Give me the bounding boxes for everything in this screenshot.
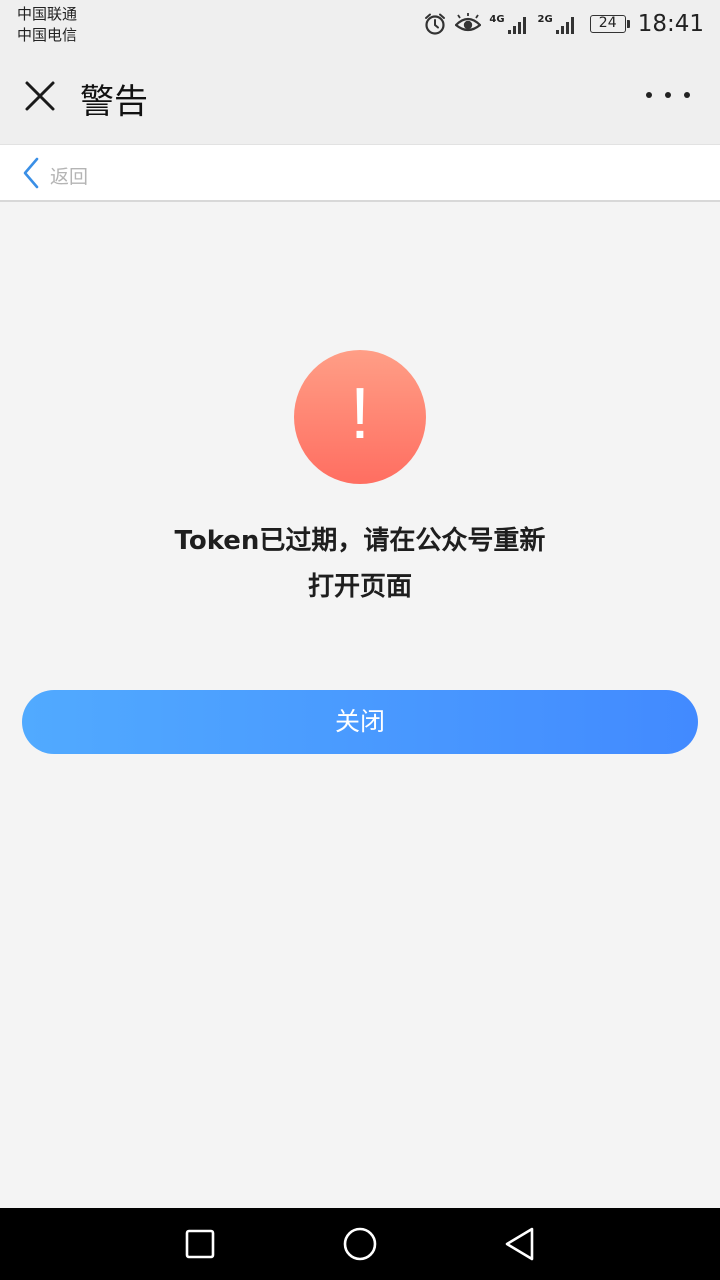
nav-header: 警告 bbox=[0, 48, 720, 144]
home-icon[interactable] bbox=[342, 1226, 378, 1262]
warning-symbol: ! bbox=[349, 374, 370, 454]
signal-icon: 2G bbox=[538, 13, 578, 35]
alert-message: Token已过期，请在公众号重新 打开页面 bbox=[60, 518, 660, 610]
back-link[interactable]: 返回 bbox=[22, 157, 88, 193]
carrier-2: 中国电信 bbox=[17, 26, 78, 44]
alarm-icon bbox=[423, 12, 447, 36]
network-type-1: 4G bbox=[489, 14, 505, 25]
battery-icon: 24 bbox=[589, 15, 630, 33]
carrier-info: 中国联通 中国电信 bbox=[17, 4, 77, 46]
status-bar: 中国联通 中国电信 4G 2G 24 18:41 bbox=[0, 0, 720, 48]
dot bbox=[684, 92, 690, 98]
recent-apps-icon[interactable] bbox=[182, 1226, 218, 1262]
back-triangle-icon[interactable] bbox=[502, 1226, 538, 1262]
back-label: 返回 bbox=[50, 165, 89, 188]
more-dots-icon[interactable] bbox=[646, 92, 690, 102]
page-title: 警告 bbox=[80, 82, 148, 122]
dot bbox=[665, 92, 671, 98]
close-icon[interactable] bbox=[20, 76, 60, 116]
warning-icon: ! bbox=[294, 350, 426, 484]
network-type-2: 2G bbox=[537, 14, 553, 25]
status-icons: 4G 2G 24 18:41 bbox=[423, 10, 704, 38]
system-nav-bar bbox=[0, 1208, 720, 1280]
eye-icon bbox=[455, 13, 482, 35]
carrier-1: 中国联通 bbox=[17, 5, 78, 23]
clock: 18:41 bbox=[637, 11, 704, 37]
signal-icon: 4G bbox=[489, 13, 529, 35]
close-button[interactable]: 关闭 bbox=[22, 690, 698, 754]
dot bbox=[646, 92, 652, 98]
alert-message-line-1: Token已过期，请在公众号重新 bbox=[174, 526, 546, 556]
alert-message-line-2: 打开页面 bbox=[307, 572, 412, 602]
back-bar: 返回 bbox=[0, 144, 720, 202]
chevron-left-icon bbox=[22, 157, 40, 193]
